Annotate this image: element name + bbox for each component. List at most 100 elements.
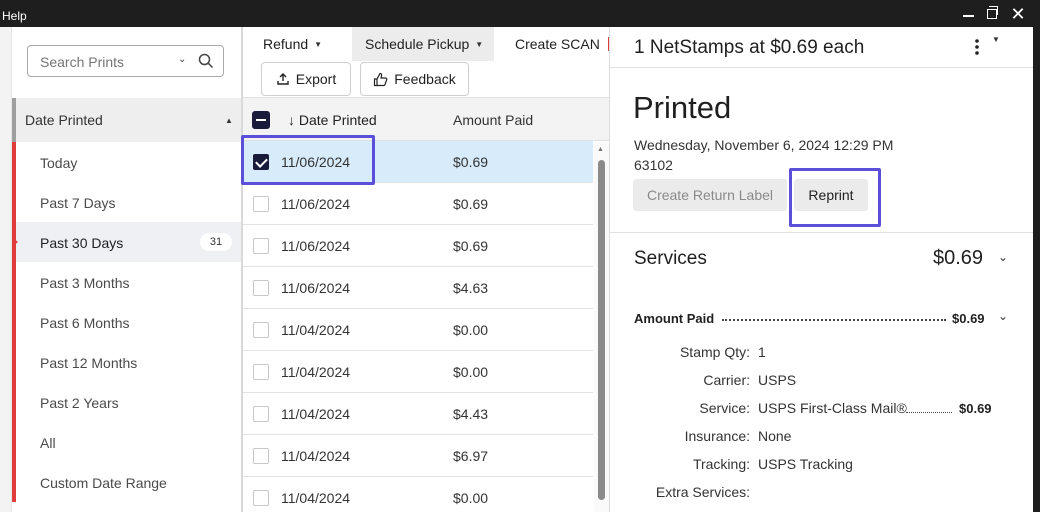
chevron-down-icon: ▼ <box>314 39 323 49</box>
column-date-printed[interactable]: ↓ Date Printed <box>288 112 377 128</box>
filter-past-12-months[interactable]: Past 12 Months <box>12 342 241 382</box>
row-checkbox[interactable] <box>253 364 269 380</box>
filter-past-2-years[interactable]: Past 2 Years <box>12 382 241 422</box>
row-date: 11/06/2024 <box>281 238 351 254</box>
row-date: 11/04/2024 <box>281 364 351 380</box>
title-bar: Help ✕ <box>0 0 1040 27</box>
schedule-pickup-button[interactable]: Schedule Pickup ▼ <box>352 27 494 61</box>
tracking-label: Tracking: <box>692 456 750 472</box>
divider <box>610 67 1033 68</box>
row-checkbox[interactable] <box>253 154 269 170</box>
row-checkbox[interactable] <box>253 238 269 254</box>
filter-label: Past 7 Days <box>40 195 116 211</box>
table-row[interactable]: 11/04/2024 $6.97 <box>243 435 593 477</box>
more-options-icon[interactable] <box>972 37 982 57</box>
row-checkbox[interactable] <box>253 280 269 296</box>
dot-leader <box>906 412 952 413</box>
insurance-value: None <box>758 428 792 444</box>
search-input[interactable] <box>40 54 170 70</box>
export-label: Export <box>295 71 337 87</box>
filter-label: Past 3 Months <box>40 275 130 291</box>
row-amount: $0.69 <box>453 196 489 212</box>
refund-button[interactable]: Refund ▼ <box>263 27 322 61</box>
row-checkbox[interactable] <box>253 490 269 506</box>
filter-custom-date-range[interactable]: Custom Date Range <box>12 462 241 502</box>
filter-label: Today <box>40 155 78 171</box>
stamp-qty-label: Stamp Qty: <box>679 344 750 360</box>
column-amount-paid[interactable]: Amount Paid <box>453 112 533 128</box>
select-all-checkbox[interactable] <box>252 111 270 129</box>
filter-past-6-months[interactable]: Past 6 Months <box>12 302 241 342</box>
filter-today[interactable]: Today <box>12 142 241 182</box>
filter-all[interactable]: All <box>12 422 241 462</box>
table-row[interactable]: 11/04/2024 $0.00 <box>243 309 593 351</box>
menu-help[interactable]: Help <box>2 9 27 23</box>
chevron-down-icon[interactable]: ⌄ <box>998 309 1008 323</box>
row-checkbox[interactable] <box>253 406 269 422</box>
filter-label: All <box>40 435 56 451</box>
create-scan-button[interactable]: Create SCAN <box>515 27 609 61</box>
print-detail-panel: 1 NetStamps at $0.69 each ▼ Printed Wedn… <box>610 27 1033 512</box>
row-amount: $0.00 <box>453 364 489 380</box>
row-date: 11/04/2024 <box>281 406 351 422</box>
scroll-up-icon[interactable]: ▲ <box>597 146 604 153</box>
table-row[interactable]: 11/06/2024 $0.69 <box>243 225 593 267</box>
row-checkbox[interactable] <box>253 448 269 464</box>
maximize-icon[interactable] <box>982 4 1002 24</box>
chevron-up-icon[interactable]: ▲ <box>225 116 233 125</box>
row-amount: $0.00 <box>453 322 489 338</box>
filter-group-label: Date Printed <box>25 112 103 128</box>
table-row[interactable]: 11/06/2024 $4.63 <box>243 267 593 309</box>
table-row[interactable]: 11/04/2024 $0.00 <box>243 477 593 512</box>
printed-date: Wednesday, November 6, 2024 12:29 PM <box>634 137 894 153</box>
create-return-label-button[interactable]: Create Return Label <box>633 179 787 211</box>
filter-label: Past 2 Years <box>40 395 119 411</box>
services-heading: Services <box>634 248 707 269</box>
close-icon[interactable]: ✕ <box>1008 4 1028 24</box>
service-price: $0.69 <box>959 401 992 416</box>
divider <box>610 232 1033 233</box>
service-value: USPS First-Class Mail® <box>758 400 907 416</box>
feedback-button[interactable]: Feedback <box>360 62 469 96</box>
row-amount: $0.69 <box>453 238 489 254</box>
service-label: Service: <box>699 400 750 416</box>
refund-label: Refund <box>263 36 309 52</box>
table-row[interactable]: 11/04/2024 $4.43 <box>243 393 593 435</box>
row-date: 11/06/2024 <box>281 196 351 212</box>
search-icon[interactable] <box>198 53 214 69</box>
schedule-pickup-label: Schedule Pickup <box>365 36 470 52</box>
minimize-icon[interactable] <box>958 4 978 24</box>
chevron-down-icon: ▼ <box>475 39 484 49</box>
search-box[interactable]: ⌄ <box>27 45 224 77</box>
table-row[interactable]: 11/06/2024 $0.69 <box>243 183 593 225</box>
prints-list-panel: Refund ▼ Schedule Pickup ▼ Create SCAN E… <box>241 27 609 512</box>
row-date: 11/04/2024 <box>281 448 351 464</box>
export-button[interactable]: Export <box>261 62 351 96</box>
row-checkbox[interactable] <box>253 196 269 212</box>
table-row[interactable]: 11/06/2024 $0.69 <box>243 141 593 183</box>
origin-zip: 63102 <box>634 157 673 173</box>
filter-label: Past 30 Days <box>40 235 124 251</box>
services-total: $0.69 <box>933 247 984 269</box>
scrollbar-thumb[interactable] <box>598 160 605 500</box>
row-checkbox[interactable] <box>253 322 269 338</box>
filter-past-7-days[interactable]: Past 7 Days <box>12 182 241 222</box>
reprint-button[interactable]: Reprint <box>794 179 868 211</box>
row-amount: $6.97 <box>453 448 489 464</box>
chevron-down-icon[interactable]: ⌄ <box>178 54 186 65</box>
thumbs-up-icon <box>374 72 388 86</box>
table-row[interactable]: 11/04/2024 $0.00 <box>243 351 593 393</box>
export-icon <box>277 73 289 85</box>
count-badge: 31 <box>200 233 232 251</box>
chevron-down-icon[interactable]: ▼ <box>992 35 1000 44</box>
status-heading: Printed <box>633 90 732 125</box>
filter-past-30-days[interactable]: Past 30 Days 31 <box>12 222 241 262</box>
row-amount: $4.43 <box>453 406 489 422</box>
filter-group-date-printed[interactable]: Date Printed ▲ <box>12 98 241 142</box>
row-amount: $4.63 <box>453 280 489 296</box>
chevron-down-icon[interactable]: ⌄ <box>998 250 1008 264</box>
filter-past-3-months[interactable]: Past 3 Months <box>12 262 241 302</box>
list-scrollbar[interactable]: ▲ <box>594 142 609 512</box>
filter-panel: ⌄ Date Printed ▲ Today Past 7 Days Past … <box>0 27 243 512</box>
filter-label: Past 12 Months <box>40 355 138 371</box>
